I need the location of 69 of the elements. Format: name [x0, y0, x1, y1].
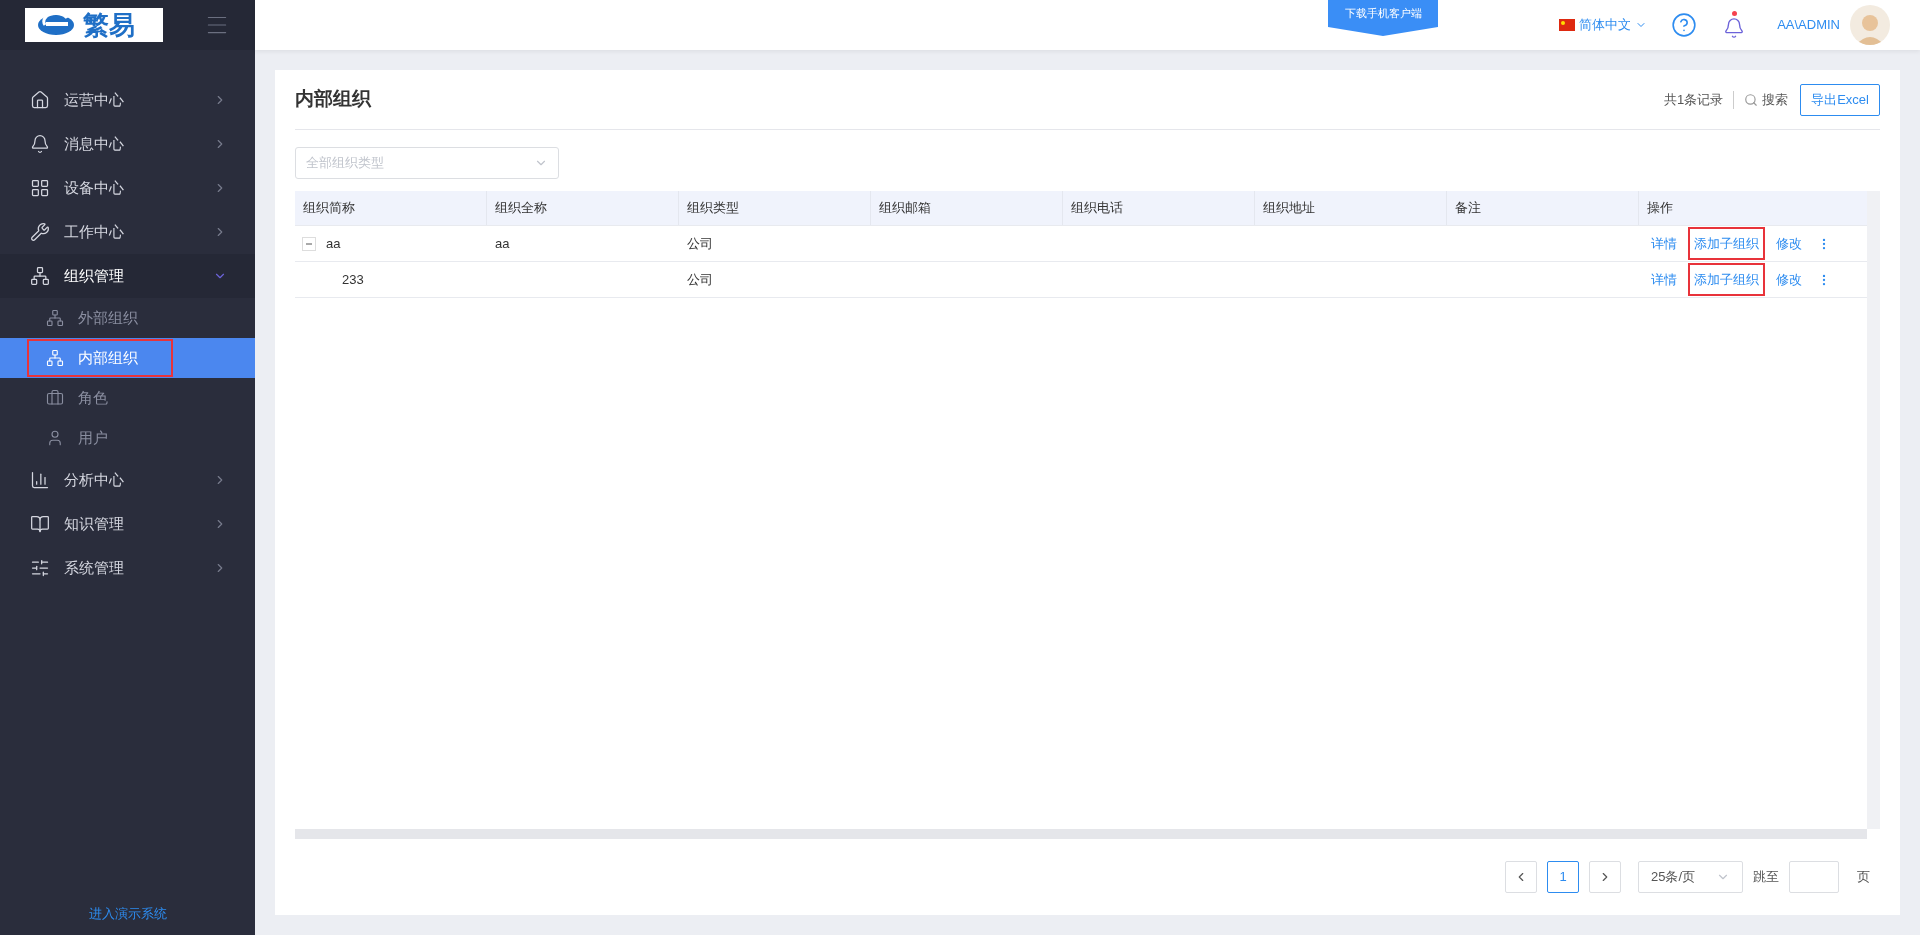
house-icon	[30, 90, 50, 110]
search-button[interactable]: 搜索	[1744, 89, 1789, 110]
hierarchy-icon	[46, 309, 64, 327]
previous-page-button[interactable]	[1505, 861, 1537, 893]
export-excel-button[interactable]: 导出Excel	[1800, 83, 1880, 116]
menu-item[interactable]: 设备中心	[0, 166, 255, 210]
page-size-select[interactable]: 25条/页	[1638, 861, 1743, 893]
submenu-item[interactable]: 外部组织	[0, 298, 255, 338]
action-link[interactable]: 添加子组织	[1688, 262, 1765, 297]
submenu-item[interactable]: 内部组织	[0, 338, 255, 378]
action-link[interactable]: 详情	[1645, 226, 1683, 261]
table-cell-text: 公司	[687, 270, 713, 289]
search-icon	[1744, 92, 1759, 107]
bar-chart-icon	[30, 470, 50, 490]
page-button[interactable]: 1	[1547, 861, 1579, 893]
menu-item[interactable]: 知识管理	[0, 502, 255, 546]
column-header: 组织电话	[1063, 191, 1255, 225]
column-header: 组织邮箱	[871, 191, 1063, 225]
avatar[interactable]	[1850, 5, 1890, 45]
table-cell-text: 公司	[687, 234, 713, 253]
page-input[interactable]	[1789, 861, 1839, 893]
record-count: 共1条记录	[1663, 90, 1724, 109]
horizontal-scrollbar[interactable]	[295, 829, 1867, 839]
table-cell-text: aa	[326, 234, 341, 253]
demo-system-link[interactable]: 进入演示系统	[88, 903, 167, 923]
column-header: 操作	[1646, 199, 1674, 218]
table-cell-text: 233	[342, 270, 364, 289]
user-icon	[46, 429, 64, 447]
menu-item[interactable]: 分析中心	[0, 458, 255, 502]
action-link[interactable]: 修改	[1770, 226, 1808, 261]
submenu-item[interactable]: 用户	[0, 418, 255, 458]
download-banner[interactable]: 下载手机客户端	[1328, 0, 1438, 36]
column-header: 组织地址	[1255, 191, 1447, 225]
page-title: 内部组织	[295, 87, 371, 112]
minus-icon	[306, 240, 312, 247]
action-link[interactable]: 详情	[1645, 262, 1683, 297]
next-page-button[interactable]	[1589, 861, 1621, 893]
menu-item[interactable]: 消息中心	[0, 122, 255, 166]
wrench-icon	[30, 222, 50, 242]
menu-item[interactable]: 工作中心	[0, 210, 255, 254]
action-link[interactable]: 添加子组织	[1688, 226, 1765, 261]
column-header: 组织类型	[679, 191, 871, 225]
logo-text: 繁易	[83, 12, 135, 38]
sliders-icon	[30, 558, 50, 578]
hierarchy-icon	[46, 349, 64, 367]
menu-item[interactable]: 系统管理	[0, 546, 255, 590]
bell-icon	[30, 134, 50, 154]
collapse-toggle[interactable]	[302, 236, 316, 251]
vertical-scrollbar[interactable]	[1867, 191, 1880, 829]
china-flag-icon	[1559, 19, 1576, 31]
jump-label: 跳至	[1753, 868, 1779, 887]
logo-mark-icon	[37, 14, 75, 36]
column-header: 备注	[1447, 191, 1639, 225]
user-name: AA\ADMIN	[1777, 16, 1840, 35]
hierarchy-icon	[30, 266, 50, 286]
help-icon[interactable]	[1671, 12, 1698, 38]
menu-item[interactable]: 组织管理	[0, 254, 255, 298]
table-cell-text: aa	[495, 234, 510, 253]
briefcase-icon	[46, 389, 64, 407]
column-header: 组织全称	[487, 191, 679, 225]
menu-item[interactable]: 运营中心	[0, 78, 255, 122]
submenu-item[interactable]: 角色	[0, 378, 255, 418]
book-icon	[30, 514, 50, 534]
language-selector[interactable]: 简体中文	[1579, 15, 1648, 35]
action-link[interactable]: 修改	[1770, 262, 1808, 297]
page-suffix: 页	[1857, 868, 1870, 887]
bell-icon[interactable]	[1723, 11, 1746, 39]
grid-icon	[30, 178, 50, 198]
column-header: 组织简称	[295, 191, 487, 225]
